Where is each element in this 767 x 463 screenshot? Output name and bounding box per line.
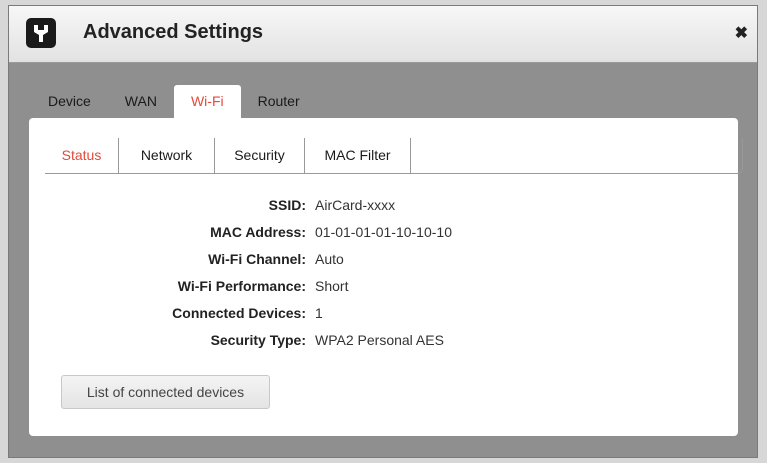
subtab-status[interactable]: Status: [45, 138, 119, 173]
devices-value: 1: [315, 304, 323, 321]
wifi-subtabs: Status Network Security MAC Filter: [45, 138, 743, 174]
ssid-value: AirCard-xxxx: [315, 196, 396, 213]
main-tabs: Device WAN Wi-Fi Router: [29, 85, 317, 118]
wrench-icon: [26, 18, 56, 48]
subtab-mac-filter[interactable]: MAC Filter: [305, 138, 411, 173]
dialog-title: Advanced Settings: [83, 21, 264, 43]
mac-label: MAC Address:: [210, 223, 306, 240]
wifi-panel: Status Network Security MAC Filter SSID:…: [29, 118, 743, 436]
subtab-network[interactable]: Network: [119, 138, 215, 173]
performance-value: Short: [315, 277, 349, 294]
security-type-value: WPA2 Personal AES: [315, 331, 444, 348]
close-icon[interactable]: ✖: [735, 23, 748, 43]
title-bar: Advanced Settings ✖: [9, 6, 757, 63]
security-type-row: Security Type: WPA2 Personal AES: [45, 326, 645, 353]
advanced-settings-dialog: Advanced Settings ✖ Device WAN Wi-Fi Rou…: [8, 5, 758, 458]
mac-value: 01-01-01-01-10-10-10: [315, 223, 452, 240]
list-connected-devices-button[interactable]: List of connected devices: [61, 375, 270, 409]
ssid-row: SSID: AirCard-xxxx: [45, 191, 645, 218]
tab-wan[interactable]: WAN: [108, 85, 174, 118]
tab-router[interactable]: Router: [241, 85, 317, 118]
channel-value: Auto: [315, 250, 344, 267]
channel-row: Wi-Fi Channel: Auto: [45, 245, 645, 272]
status-info: SSID: AirCard-xxxx MAC Address: 01-01-01…: [45, 191, 645, 353]
tab-device[interactable]: Device: [29, 85, 108, 118]
devices-row: Connected Devices: 1: [45, 299, 645, 326]
ssid-label: SSID:: [268, 196, 306, 213]
security-type-label: Security Type:: [210, 331, 306, 348]
performance-row: Wi-Fi Performance: Short: [45, 272, 645, 299]
channel-label: Wi-Fi Channel:: [208, 250, 306, 267]
tab-wifi[interactable]: Wi-Fi: [173, 85, 241, 118]
subtab-security[interactable]: Security: [215, 138, 305, 173]
performance-label: Wi-Fi Performance:: [177, 277, 306, 294]
devices-label: Connected Devices:: [172, 304, 306, 321]
mac-row: MAC Address: 01-01-01-01-10-10-10: [45, 218, 645, 245]
